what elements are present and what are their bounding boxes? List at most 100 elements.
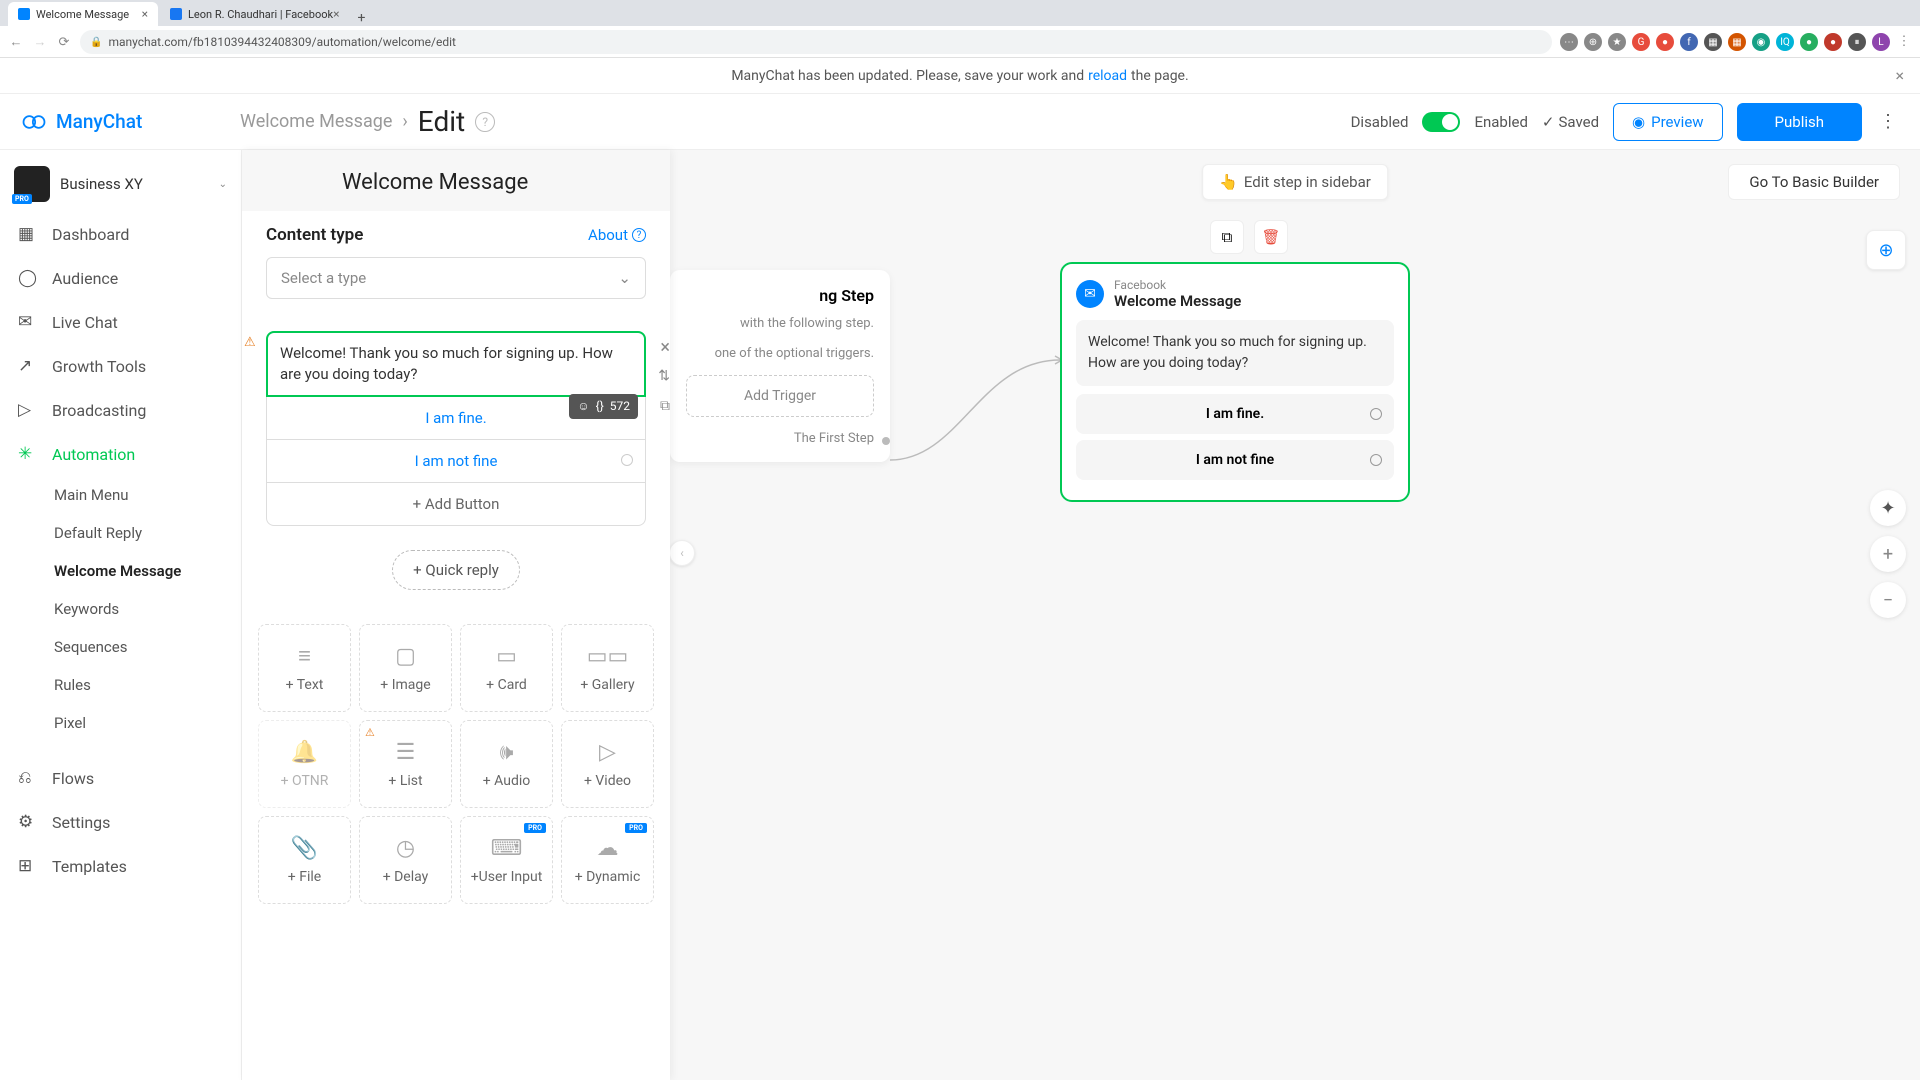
close-icon[interactable]: × <box>333 7 339 21</box>
block-icon: 🔔 <box>291 740 318 765</box>
browser-tab-active[interactable]: Welcome Message × <box>8 2 158 26</box>
zoom-in-icon[interactable]: + <box>1870 536 1906 572</box>
more-icon[interactable]: ⋮ <box>1876 111 1900 132</box>
block-text[interactable]: ≡+ Text <box>258 624 351 712</box>
ext-icon[interactable]: G <box>1632 33 1650 51</box>
browser-tab[interactable]: Leon R. Chaudhari | Facebook × <box>160 2 349 26</box>
welcome-message-node[interactable]: ✉ Facebook Welcome Message Welcome! Than… <box>1060 262 1410 502</box>
output-port-icon[interactable] <box>1370 454 1382 466</box>
block-delay[interactable]: ◷+ Delay <box>359 816 452 904</box>
breadcrumb-root[interactable]: Welcome Message <box>240 111 392 132</box>
nav-item-growth-tools[interactable]: ↗Growth Tools <box>0 344 241 388</box>
nav-item-broadcasting[interactable]: ▷Broadcasting <box>0 388 241 432</box>
ext-icon[interactable]: ⊕ <box>1584 33 1602 51</box>
close-icon[interactable]: × <box>660 335 670 360</box>
enabled-toggle[interactable] <box>1422 112 1460 132</box>
preview-button[interactable]: ◉ Preview <box>1613 103 1723 141</box>
collapse-panel-icon[interactable]: ‹ <box>669 540 695 566</box>
starting-step-node[interactable]: ng Step with the following step. one of … <box>670 270 890 462</box>
ext-icon[interactable]: ● <box>1656 33 1674 51</box>
ext-icon[interactable]: ▦ <box>1704 33 1722 51</box>
ext-icon[interactable]: ● <box>1824 33 1842 51</box>
message-text-input[interactable]: Welcome! Thank you so much for signing u… <box>266 331 646 397</box>
ext-icon[interactable]: IQ <box>1776 33 1794 51</box>
drag-icon[interactable]: ⇅ <box>658 367 670 387</box>
block-label: + List <box>388 773 422 789</box>
node-button[interactable]: I am not fine <box>1076 440 1394 480</box>
auto-arrange-icon[interactable]: ✦ <box>1870 490 1906 526</box>
ext-icon[interactable]: ▦ <box>1728 33 1746 51</box>
block-audio[interactable]: 🕪+ Audio <box>460 720 553 808</box>
close-icon[interactable]: × <box>1895 66 1904 85</box>
ext-icon[interactable]: ★ <box>1608 33 1626 51</box>
block-file[interactable]: 📎+ File <box>258 816 351 904</box>
workspace-selector[interactable]: PRO Business XY ⌄ <box>0 156 241 212</box>
banner-text: the page. <box>1131 68 1189 84</box>
content-type-select[interactable]: Select a type ⌄ <box>266 257 646 299</box>
node-button[interactable]: I am fine. <box>1076 394 1394 434</box>
ext-icon[interactable]: f <box>1680 33 1698 51</box>
reload-icon[interactable]: ⟳ <box>56 34 72 50</box>
sub-item-keywords[interactable]: Keywords <box>54 590 241 628</box>
edit-sidebar-button[interactable]: 👆 Edit step in sidebar <box>1202 164 1388 200</box>
about-link[interactable]: About ? <box>588 226 646 244</box>
pointer-icon: 👆 <box>1219 173 1238 191</box>
add-trigger-button[interactable]: Add Trigger <box>686 375 874 417</box>
nav-item-settings[interactable]: ⚙Settings <box>0 800 241 844</box>
back-icon[interactable]: ← <box>8 34 24 50</box>
quick-reply-button[interactable]: + Quick reply <box>392 550 520 590</box>
message-button[interactable]: I am not fine <box>266 440 646 483</box>
forward-icon[interactable]: → <box>32 34 48 50</box>
reload-link[interactable]: reload <box>1088 68 1127 84</box>
delete-icon[interactable]: 🗑 <box>1254 220 1288 254</box>
nav-item-dashboard[interactable]: ▦Dashboard <box>0 212 241 256</box>
warning-icon: ⚠ <box>365 726 375 739</box>
nav-item-audience[interactable]: ◯Audience <box>0 256 241 300</box>
block-card[interactable]: ▭+ Card <box>460 624 553 712</box>
sub-item-main-menu[interactable]: Main Menu <box>54 476 241 514</box>
flow-canvas[interactable]: 👆 Edit step in sidebar Go To Basic Build… <box>670 150 1920 1080</box>
node-title: Welcome Message <box>1114 292 1241 310</box>
nav-item-live-chat[interactable]: ✉Live Chat <box>0 300 241 344</box>
url-input[interactable]: 🔒 manychat.com/fb181039443240830​9/autom… <box>80 30 1552 54</box>
duplicate-icon[interactable]: ⧉ <box>1210 220 1244 254</box>
nav-item-templates[interactable]: ⊞Templates <box>0 844 241 888</box>
basic-builder-button[interactable]: Go To Basic Builder <box>1728 164 1900 200</box>
ext-icon[interactable]: ◉ <box>1752 33 1770 51</box>
publish-button[interactable]: Publish <box>1737 103 1862 141</box>
nav-item-flows[interactable]: ⎌Flows <box>0 756 241 800</box>
emoji-icon[interactable]: ☺ <box>577 398 589 415</box>
block-otnr[interactable]: 🔔+ OTNR <box>258 720 351 808</box>
new-tab-button[interactable]: + <box>351 10 371 26</box>
copy-icon[interactable]: ⧉ <box>660 397 670 417</box>
block-image[interactable]: ▢+ Image <box>359 624 452 712</box>
block-icon: ☁ <box>597 836 619 861</box>
block-userinput[interactable]: PRO⌨+User Input <box>460 816 553 904</box>
sub-item-welcome-message[interactable]: Welcome Message <box>54 552 241 590</box>
add-step-icon[interactable]: ⊕ <box>1866 230 1906 270</box>
ext-icon[interactable]: ● <box>1800 33 1818 51</box>
block-gallery[interactable]: ▭▭+ Gallery <box>561 624 654 712</box>
menu-icon[interactable]: ⋮ <box>1896 33 1912 49</box>
close-icon[interactable]: × <box>142 7 148 21</box>
block-dynamic[interactable]: PRO☁+ Dynamic <box>561 816 654 904</box>
avatar-icon[interactable]: L <box>1872 33 1890 51</box>
block-icon: ▷ <box>599 740 616 765</box>
logo[interactable]: ManyChat <box>20 108 240 136</box>
nav-item-automation[interactable]: ✳Automation <box>0 432 241 476</box>
add-button[interactable]: + Add Button <box>266 483 646 526</box>
header-actions: Disabled Enabled ✓ Saved ◉ Preview Publi… <box>1351 103 1900 141</box>
block-video[interactable]: ▷+ Video <box>561 720 654 808</box>
sub-item-default-reply[interactable]: Default Reply <box>54 514 241 552</box>
block-list[interactable]: ⚠☰+ List <box>359 720 452 808</box>
ext-icon[interactable]: ⋯ <box>1560 33 1578 51</box>
output-port-icon[interactable] <box>1370 408 1382 420</box>
help-icon[interactable]: ? <box>475 112 495 132</box>
sub-item-rules[interactable]: Rules <box>54 666 241 704</box>
sub-item-pixel[interactable]: Pixel <box>54 704 241 742</box>
sub-item-sequences[interactable]: Sequences <box>54 628 241 666</box>
variable-icon[interactable]: {} <box>596 398 604 415</box>
zoom-out-icon[interactable]: − <box>1870 582 1906 618</box>
ext-icon[interactable]: ⏸ <box>1848 33 1866 51</box>
warning-icon: ⚠ <box>244 335 256 350</box>
